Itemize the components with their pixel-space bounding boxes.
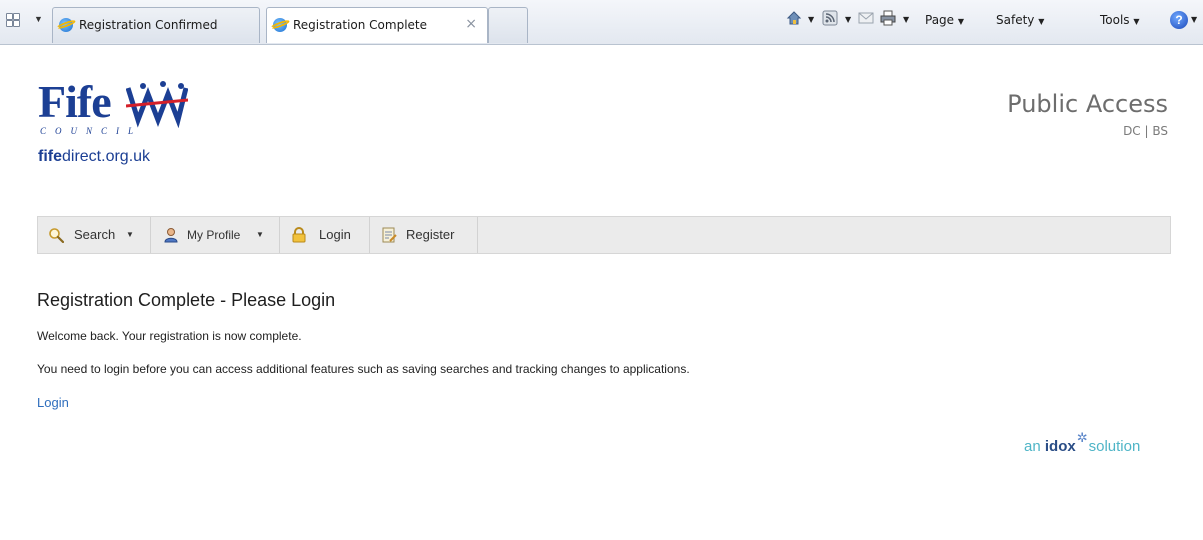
nav-register-label: Register	[406, 227, 455, 242]
nav-my-profile-label: My Profile	[187, 228, 241, 242]
padlock-icon	[292, 227, 306, 243]
fife-people-logo-icon	[126, 81, 188, 128]
ie-page-icon	[273, 18, 287, 32]
site-url-bold: fife	[38, 148, 62, 165]
tab-label: Registration Confirmed	[79, 18, 218, 32]
tab-label: Registration Complete	[293, 18, 428, 32]
safety-menu-label: Safety	[996, 13, 1035, 27]
browser-toolbar: ▼ Registration Confirmed Registration Co…	[0, 0, 1203, 45]
user-icon	[164, 228, 178, 243]
tools-menu-label: Tools	[1100, 13, 1130, 27]
tab-registration-confirmed[interactable]: Registration Confirmed	[52, 7, 260, 43]
login-info-message: You need to login before you can access …	[37, 362, 690, 376]
tab-close-icon[interactable]: ×	[465, 16, 477, 32]
register-form-icon	[382, 227, 397, 243]
idox-solution-logo[interactable]: an idox✲solution	[1024, 430, 1141, 455]
home-icon[interactable]	[786, 10, 802, 26]
idox-spark-icon: ✲	[1076, 430, 1088, 445]
chevron-down-icon: ▼	[126, 230, 134, 239]
print-icon[interactable]	[880, 10, 896, 26]
tab-list-dropdown-icon[interactable]: ▼	[34, 14, 43, 24]
new-tab-button[interactable]	[488, 7, 528, 43]
idox-suffix: solution	[1088, 438, 1141, 455]
tools-menu[interactable]: Tools ▼	[1100, 13, 1140, 27]
magnifier-icon	[49, 228, 64, 243]
site-url: fifedirect.org.uk	[38, 148, 150, 166]
chevron-down-icon: ▼	[957, 17, 965, 26]
page-title: Registration Complete - Please Login	[37, 290, 336, 310]
site-url-rest: direct.org.uk	[62, 148, 151, 165]
safety-menu[interactable]: Safety ▼	[996, 13, 1044, 27]
tab-registration-complete[interactable]: Registration Complete ×	[266, 7, 488, 43]
logo-council: COUNCIL	[40, 126, 143, 136]
feeds-dropdown-icon[interactable]: ▼	[845, 15, 851, 24]
fife-council-logo[interactable]: Fife COUNCIL fifedirect.org.uk	[38, 76, 198, 176]
chevron-down-icon: ▼	[256, 230, 264, 239]
nav-my-profile[interactable]: My Profile ▼	[151, 217, 280, 253]
idox-name: idox	[1044, 438, 1076, 455]
public-access-subtitle: DC | BS	[1123, 124, 1168, 138]
chevron-down-icon: ▼	[1038, 17, 1045, 26]
main-nav: Search ▼ My Profile ▼ Login Register	[37, 216, 1171, 254]
read-mail-icon[interactable]	[858, 10, 874, 26]
login-link[interactable]: Login	[37, 395, 69, 410]
nav-search-label: Search	[74, 227, 116, 242]
logo-word: Fife	[38, 76, 112, 127]
help-dropdown-icon[interactable]: ▼	[1191, 15, 1197, 24]
feeds-icon[interactable]	[822, 10, 838, 26]
print-dropdown-icon[interactable]: ▼	[903, 15, 909, 24]
page-menu-label: Page	[925, 13, 955, 27]
quick-tabs-icon[interactable]	[6, 13, 20, 27]
chevron-down-icon: ▼	[1133, 17, 1140, 26]
nav-register[interactable]: Register	[370, 217, 478, 253]
nav-login[interactable]: Login	[280, 217, 370, 253]
nav-search[interactable]: Search ▼	[38, 217, 151, 253]
public-access-title: Public Access	[1007, 90, 1168, 118]
ie-page-icon	[59, 18, 73, 32]
welcome-message: Welcome back. Your registration is now c…	[37, 329, 302, 343]
idox-prefix: an	[1024, 438, 1041, 455]
home-dropdown-icon[interactable]: ▼	[808, 15, 814, 24]
page-menu[interactable]: Page ▼	[925, 13, 964, 27]
help-icon[interactable]: ?	[1170, 11, 1188, 29]
nav-login-label: Login	[319, 227, 351, 242]
